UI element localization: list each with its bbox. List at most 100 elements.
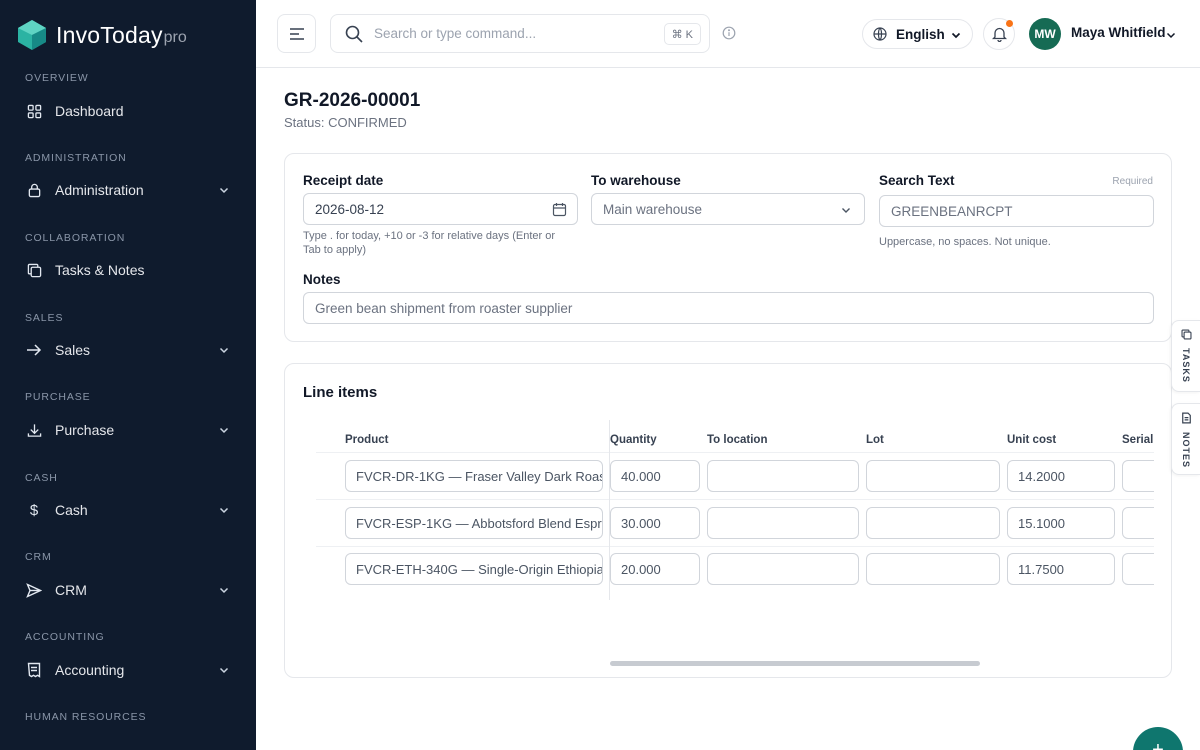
- globe-icon: [873, 27, 887, 41]
- nav-section-label-crm: CRM: [25, 551, 52, 563]
- chevron-down-icon[interactable]: [1165, 29, 1177, 41]
- notes-label: Notes: [303, 272, 341, 287]
- chevron-down-icon: [219, 187, 229, 194]
- page-title: GR-2026-00001: [284, 90, 421, 111]
- menu-toggle-button[interactable]: [277, 14, 316, 53]
- sidebar-item-label: Purchase: [55, 422, 115, 438]
- column-header-serial[interactable]: Serial: [1122, 434, 1153, 446]
- notes-tab-label: NOTES: [1181, 432, 1191, 469]
- column-header-lot[interactable]: Lot: [866, 434, 884, 446]
- brand-suffix: pro: [163, 29, 187, 46]
- sidebar-item-dashboard[interactable]: Dashboard: [14, 93, 242, 129]
- warehouse-label: To warehouse: [591, 173, 681, 188]
- horizontal-scrollbar[interactable]: [610, 661, 980, 666]
- calendar-icon[interactable]: [552, 202, 567, 217]
- row-divider: [316, 499, 1154, 500]
- chevron-down-icon: [219, 347, 229, 354]
- sidebar-item-sales[interactable]: Sales: [14, 332, 242, 368]
- serial-cell[interactable]: [1122, 507, 1154, 539]
- nav-section-label-administration: ADMINISTRATION: [25, 152, 127, 164]
- sidebar-item-purchase[interactable]: Purchase: [14, 412, 242, 448]
- sidebar-item-tasks-notes[interactable]: Tasks & Notes: [14, 252, 242, 288]
- brand[interactable]: InvoToday pro: [18, 20, 187, 50]
- bell-icon: [991, 27, 1007, 42]
- nav-section-label-purchase: PURCHASE: [25, 391, 91, 403]
- required-badge: Required: [1112, 176, 1153, 187]
- sidebar-item-label: Sales: [55, 342, 91, 358]
- lock-icon: [26, 182, 42, 198]
- lot-cell[interactable]: [866, 553, 1000, 585]
- receipt-date-hint: Type . for today, +10 or -3 for relative…: [303, 230, 555, 256]
- receipt-form-card: Receipt date 2026-08-12 Type . for today…: [284, 153, 1172, 342]
- sidebar-item-crm[interactable]: CRM: [14, 572, 242, 608]
- brand-logo-icon: [18, 20, 46, 50]
- search-icon: [345, 25, 363, 43]
- sidebar-item-label: CRM: [55, 582, 87, 598]
- avatar[interactable]: MW: [1029, 18, 1061, 50]
- product-cell[interactable]: FVCR-ESP-1KG — Abbotsford Blend Espresso: [345, 507, 603, 539]
- serial-cell[interactable]: [1122, 553, 1154, 585]
- warehouse-select[interactable]: Main warehouse: [591, 193, 865, 225]
- add-button[interactable]: +: [1133, 727, 1183, 750]
- sidebar-item-label: Administration: [55, 182, 144, 198]
- quantity-cell[interactable]: 30.000: [610, 507, 700, 539]
- sidebar-item-accounting[interactable]: Accounting: [14, 652, 242, 688]
- download-icon: [26, 422, 42, 438]
- lot-cell[interactable]: [866, 460, 1000, 492]
- chevron-down-icon: [951, 32, 961, 39]
- warehouse-value: Main warehouse: [603, 201, 703, 217]
- sidebar-item-label: Dashboard: [55, 103, 124, 119]
- sidebar-item-cash[interactable]: $ Cash: [14, 492, 242, 528]
- nav-section-label-sales: SALES: [25, 312, 64, 324]
- sidebar: InvoToday pro OVERVIEW Dashboard ADMINIS…: [0, 0, 256, 750]
- sidebar-item-label: Accounting: [55, 662, 125, 678]
- search-input[interactable]: Search or type command... ⌘ K: [330, 14, 710, 53]
- copy-icon: [26, 262, 42, 278]
- lot-cell[interactable]: [866, 507, 1000, 539]
- unit-cost-cell[interactable]: 15.1000: [1007, 507, 1115, 539]
- notifications-button[interactable]: [983, 18, 1015, 50]
- unit-cost-cell[interactable]: 14.2000: [1007, 460, 1115, 492]
- dollar-icon: $: [29, 501, 39, 519]
- chevron-down-icon: [842, 208, 850, 213]
- notification-dot: [1006, 20, 1013, 27]
- chevron-down-icon: [219, 587, 229, 594]
- arrow-right-icon: [26, 342, 42, 358]
- notes-value: Green bean shipment from roaster supplie…: [315, 300, 573, 316]
- serial-cell[interactable]: [1122, 460, 1154, 492]
- nav-section-label-collaboration: COLLABORATION: [25, 232, 126, 244]
- sidebar-item-administration[interactable]: Administration: [14, 172, 242, 208]
- line-items-card: Line items Product Quantity To location …: [284, 363, 1172, 678]
- unit-cost-cell[interactable]: 11.7500: [1007, 553, 1115, 585]
- column-header-to-location[interactable]: To location: [707, 434, 767, 446]
- language-selector[interactable]: English: [862, 19, 973, 49]
- nav-section-label-human-resources: HUMAN RESOURCES: [25, 711, 147, 723]
- product-cell[interactable]: FVCR-ETH-340G — Single-Origin Ethiopia: [345, 553, 603, 585]
- search-text-field[interactable]: GREENBEANRCPT: [879, 195, 1154, 227]
- tasks-side-tab[interactable]: TASKS: [1171, 320, 1200, 392]
- user-name[interactable]: Maya Whitfield: [1071, 25, 1166, 40]
- nav-section-label-overview: OVERVIEW: [25, 72, 89, 84]
- menu-icon: [289, 27, 304, 40]
- to-location-cell[interactable]: [707, 507, 859, 539]
- column-header-unit-cost[interactable]: Unit cost: [1007, 434, 1056, 446]
- note-icon: [1181, 412, 1191, 424]
- chevron-down-icon: [219, 507, 229, 514]
- product-cell[interactable]: FVCR-DR-1KG — Fraser Valley Dark Roast: [345, 460, 603, 492]
- notes-field[interactable]: Green bean shipment from roaster supplie…: [303, 292, 1154, 324]
- shortcut-badge: ⌘ K: [663, 23, 701, 45]
- to-location-cell[interactable]: [707, 553, 859, 585]
- grid-icon: [26, 103, 42, 119]
- column-header-product[interactable]: Product: [345, 434, 388, 446]
- quantity-cell[interactable]: 40.000: [610, 460, 700, 492]
- receipt-date-field[interactable]: 2026-08-12: [303, 193, 578, 225]
- plus-icon: +: [1152, 739, 1164, 750]
- column-header-quantity[interactable]: Quantity: [610, 434, 657, 446]
- info-icon[interactable]: [722, 26, 736, 40]
- receipt-date-label: Receipt date: [303, 173, 384, 188]
- chevron-down-icon: [219, 427, 229, 434]
- quantity-cell[interactable]: 20.000: [610, 553, 700, 585]
- to-location-cell[interactable]: [707, 460, 859, 492]
- chevron-down-icon: [219, 667, 229, 674]
- notes-side-tab[interactable]: NOTES: [1171, 403, 1200, 475]
